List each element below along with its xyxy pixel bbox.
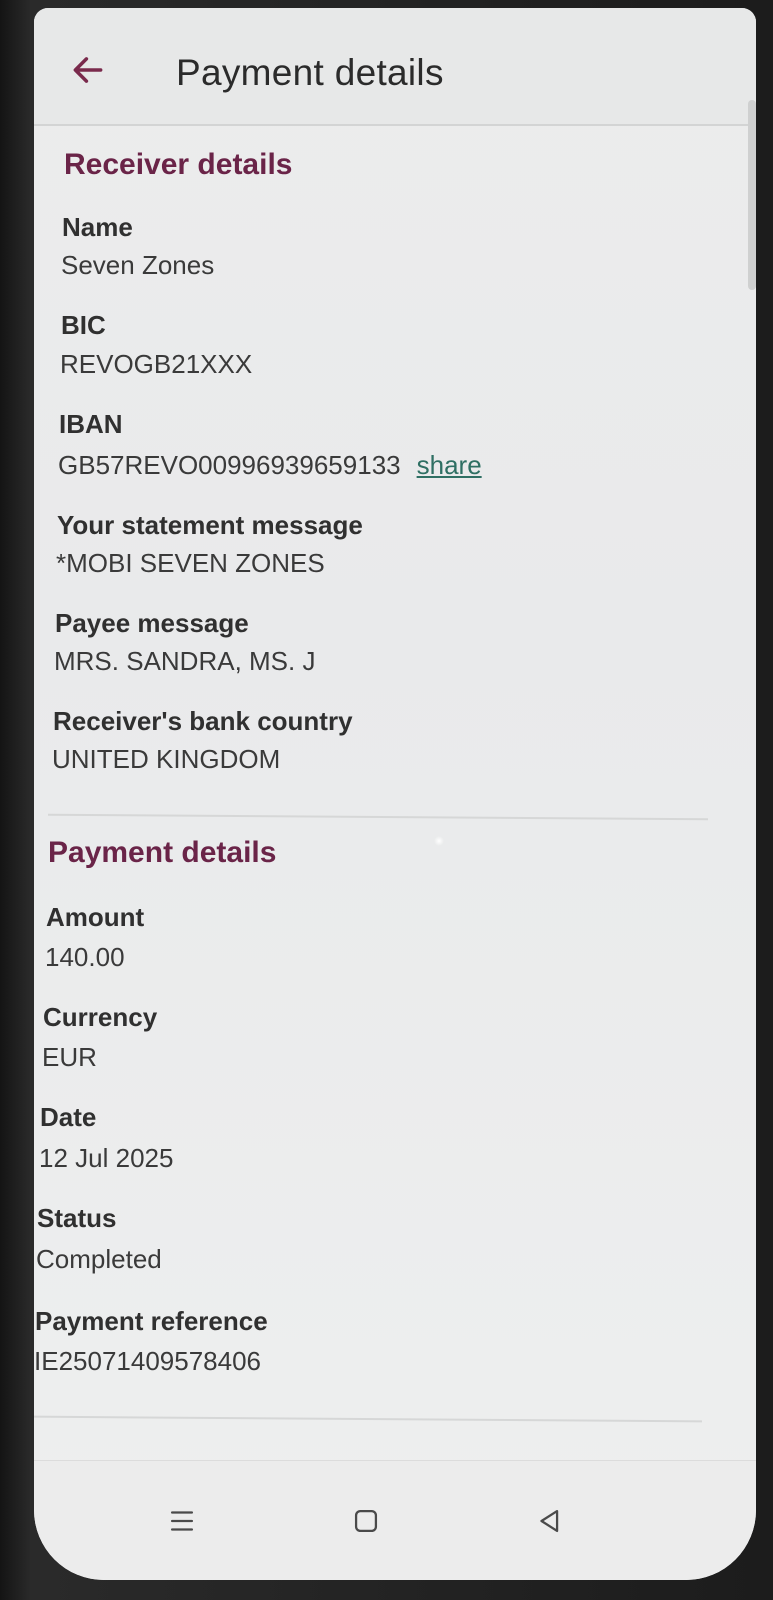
date-label: Date (40, 1102, 97, 1132)
share-link[interactable]: share (417, 450, 482, 480)
screen: Payment details Receiver details Name Se… (34, 8, 756, 1580)
currency-value: EUR (42, 1042, 97, 1072)
recents-icon (170, 1511, 194, 1531)
bic-label: BIC (61, 310, 106, 340)
amount-value: 140.00 (45, 942, 125, 972)
triangle-back-icon (540, 1509, 559, 1533)
nav-back-button[interactable] (526, 1497, 574, 1545)
back-button[interactable] (64, 46, 112, 94)
home-icon (354, 1509, 378, 1533)
iban-row: GB57REVO00996939659133 share (58, 450, 482, 481)
name-label: Name (62, 212, 133, 242)
recents-button[interactable] (158, 1497, 206, 1545)
bank-country-label: Receiver's bank country (53, 706, 353, 736)
status-label: Status (37, 1203, 117, 1233)
app-bar: Payment details (34, 8, 756, 126)
home-button[interactable] (342, 1497, 390, 1545)
bank-country-value: UNITED KINGDOM (52, 744, 281, 774)
date-value: 12 Jul 2025 (39, 1143, 174, 1173)
name-value: Seven Zones (61, 250, 215, 280)
screen-glare (434, 836, 444, 846)
bic-value: REVOGB21XXX (60, 349, 253, 379)
system-nav-bar (34, 1460, 756, 1580)
section-divider (48, 813, 708, 821)
payment-section-title: Payment details (48, 836, 277, 869)
status-value: Completed (36, 1244, 162, 1274)
payment-reference-value: IE25071409578406 (34, 1346, 262, 1376)
scrollbar[interactable] (748, 100, 756, 290)
phone-frame: Payment details Receiver details Name Se… (0, 0, 773, 1600)
currency-label: Currency (43, 1002, 158, 1032)
bottom-divider (34, 1415, 702, 1423)
receiver-section-title: Receiver details (64, 148, 293, 181)
page-title: Payment details (176, 52, 444, 93)
payee-message-value: MRS. SANDRA, MS. J (54, 646, 316, 676)
payment-reference-label: Payment reference (35, 1306, 268, 1336)
iban-value: GB57REVO00996939659133 (58, 450, 401, 480)
arrow-left-icon (73, 57, 103, 83)
iban-label: IBAN (59, 409, 123, 439)
payee-message-label: Payee message (55, 608, 249, 638)
statement-message-label: Your statement message (57, 510, 363, 540)
amount-label: Amount (46, 902, 145, 932)
statement-message-value: *MOBI SEVEN ZONES (56, 548, 325, 578)
